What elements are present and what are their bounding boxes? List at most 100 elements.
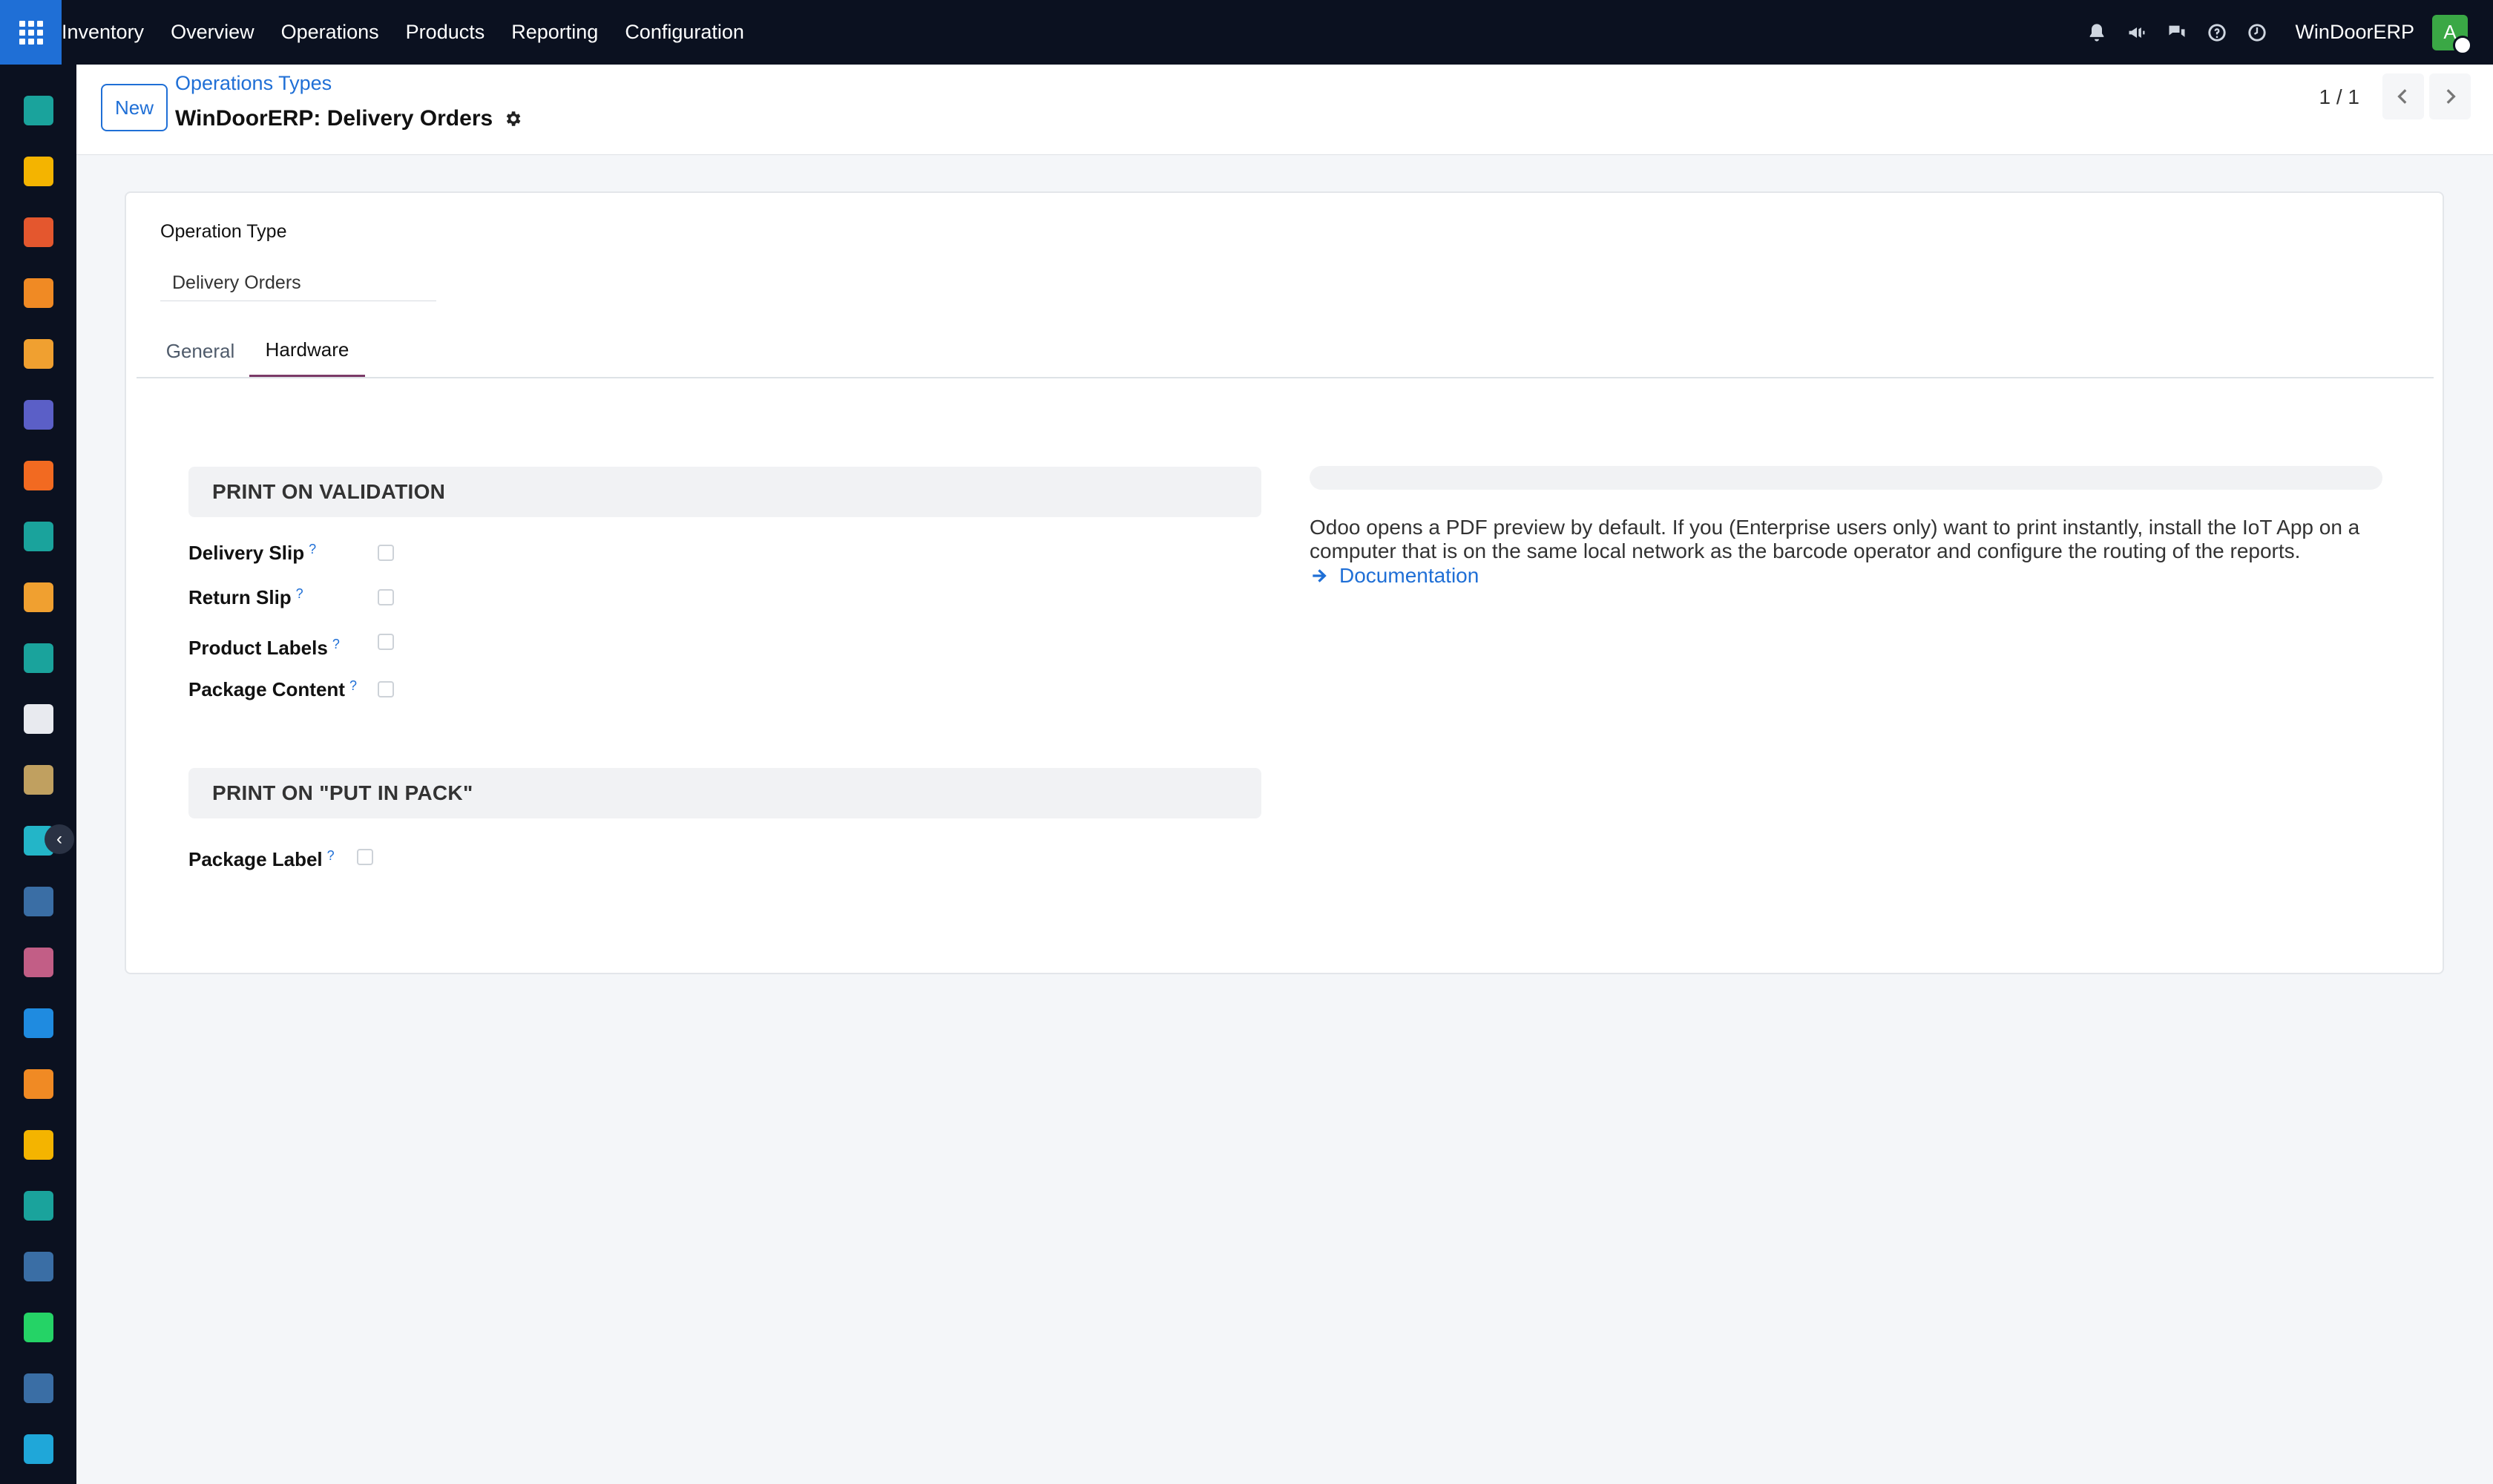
section-print-on-validation: PRINT ON VALIDATION [188,467,1261,517]
megaphone-icon[interactable] [2126,22,2148,44]
pie-shape [24,217,53,247]
app-menu-button[interactable] [0,0,62,65]
tag-app-icon[interactable] [22,94,55,127]
menu-reporting[interactable]: Reporting [511,21,598,44]
pencil-shape [24,765,53,795]
breadcrumb-operations-types[interactable]: Operations Types [175,72,332,95]
product-labels-checkbox[interactable] [378,634,394,650]
systray: WinDoorERP A [2068,0,2493,65]
menu-operations[interactable]: Operations [281,21,379,44]
company-switcher[interactable]: WinDoorERP [2295,21,2414,44]
package-content-checkbox[interactable] [378,681,394,697]
dashboard-shape [24,1252,53,1281]
book-app-icon[interactable] [22,885,55,918]
package-label-checkbox[interactable] [357,849,373,865]
contacts-shape [24,643,53,673]
help-tooltip-icon[interactable]: ? [309,542,316,556]
tab-hardware[interactable]: Hardware [249,325,365,377]
bars2-shape [24,582,53,612]
bell-icon[interactable] [2086,22,2108,44]
menu-configuration[interactable]: Configuration [625,21,744,44]
wave-app-icon[interactable] [22,1433,55,1465]
menu-brand-inventory[interactable]: Inventory [62,21,144,44]
whatsapp-app-icon[interactable] [22,1311,55,1344]
arrow-right-icon [1313,569,1327,582]
section-print-on-put-in-pack: PRINT ON "PUT IN PACK" [188,768,1261,818]
operation-type-label: Operation Type [160,221,287,242]
control-panel: New Operations Types WinDoorERP: Deliver… [76,65,2493,155]
bubble-app-icon[interactable] [22,459,55,492]
product-labels-label: Product Labels [188,637,328,659]
help-tooltip-icon[interactable]: ? [327,848,335,863]
calendar-app-icon[interactable] [22,1129,55,1161]
help-tooltip-icon[interactable]: ? [296,586,303,601]
gear-app-icon[interactable] [22,277,55,309]
operation-type-input[interactable]: Delivery Orders [160,264,436,301]
contacts-app-icon[interactable] [22,642,55,674]
collapse-sidebar-button[interactable]: ‹ [45,824,74,854]
pager-next-button[interactable] [2429,73,2471,119]
menu-products[interactable]: Products [406,21,485,44]
box-app-icon[interactable] [22,703,55,735]
people-app-icon[interactable] [22,1068,55,1100]
form-sheet: Operation Type Delivery Orders General H… [125,191,2444,974]
main-menu: Inventory Overview Operations Products R… [62,0,744,65]
chat-icon[interactable] [2166,22,2188,44]
gear-icon[interactable] [503,109,522,128]
delivery-slip-checkbox[interactable] [378,545,394,561]
new-button[interactable]: New [101,84,168,131]
help-icon[interactable] [2206,22,2228,44]
tag-shape [24,96,53,125]
wave-shape [24,1434,53,1464]
cube-app-icon[interactable] [22,946,55,979]
pencil-app-icon[interactable] [22,764,55,796]
package-content-label: Package Content [188,678,345,700]
dashboard-app-icon[interactable] [22,1250,55,1283]
tab-general[interactable]: General [159,325,242,377]
tag2-shape [24,522,53,551]
pager-value: 1 / 1 [2319,85,2359,108]
sign-app-icon[interactable] [22,1189,55,1222]
bar-app-icon[interactable] [22,338,55,370]
paper-plane-shape [24,157,53,186]
operation-type-value: Delivery Orders [172,272,301,293]
presence-dot [2453,35,2472,55]
documentation-link[interactable]: Documentation [1310,564,1479,588]
user-avatar[interactable]: A [2432,14,2472,55]
pager-previous-button[interactable] [2382,73,2424,119]
delivery-slip-label: Delivery Slip [188,542,305,564]
record-title-text: WinDoorERP: Delivery Orders [175,106,493,131]
iot-info-text: Odoo opens a PDF preview by default. If … [1310,516,2360,562]
notebook-tabs: General Hardware [137,325,2434,378]
menu-overview[interactable]: Overview [171,21,254,44]
clock-icon[interactable] [2246,22,2268,44]
field-return-slip-label: Return Slip? [188,586,303,609]
field-delivery-slip-label: Delivery Slip? [188,542,316,565]
box-shape [24,704,53,734]
right-section-header [1310,466,2382,490]
help-tooltip-icon[interactable]: ? [332,637,340,651]
field-package-content-label: Package Content? [188,678,357,701]
app-sidebar: ‹ [0,65,76,1484]
book-shape [24,887,53,916]
paper-plane-app-icon[interactable] [22,155,55,188]
tag2-app-icon[interactable] [22,520,55,553]
clock-app-icon[interactable] [22,1372,55,1405]
pie-app-icon[interactable] [22,216,55,249]
documentation-link-label: Documentation [1339,564,1479,587]
bars2-app-icon[interactable] [22,581,55,614]
invoice-app-icon[interactable] [22,1007,55,1040]
return-slip-checkbox[interactable] [378,589,394,605]
whatsapp-shape [24,1313,53,1342]
mail-shape [24,400,53,430]
help-tooltip-icon[interactable]: ? [349,678,357,693]
mail-app-icon[interactable] [22,398,55,431]
field-package-label-label: Package Label? [188,848,335,871]
record-title: WinDoorERP: Delivery Orders [175,106,522,131]
people-shape [24,1069,53,1099]
sign-shape [24,1191,53,1221]
return-slip-label: Return Slip [188,586,292,608]
field-product-labels-label: Product Labels? [188,637,340,660]
gear-shape [24,278,53,308]
bubble-shape [24,461,53,490]
